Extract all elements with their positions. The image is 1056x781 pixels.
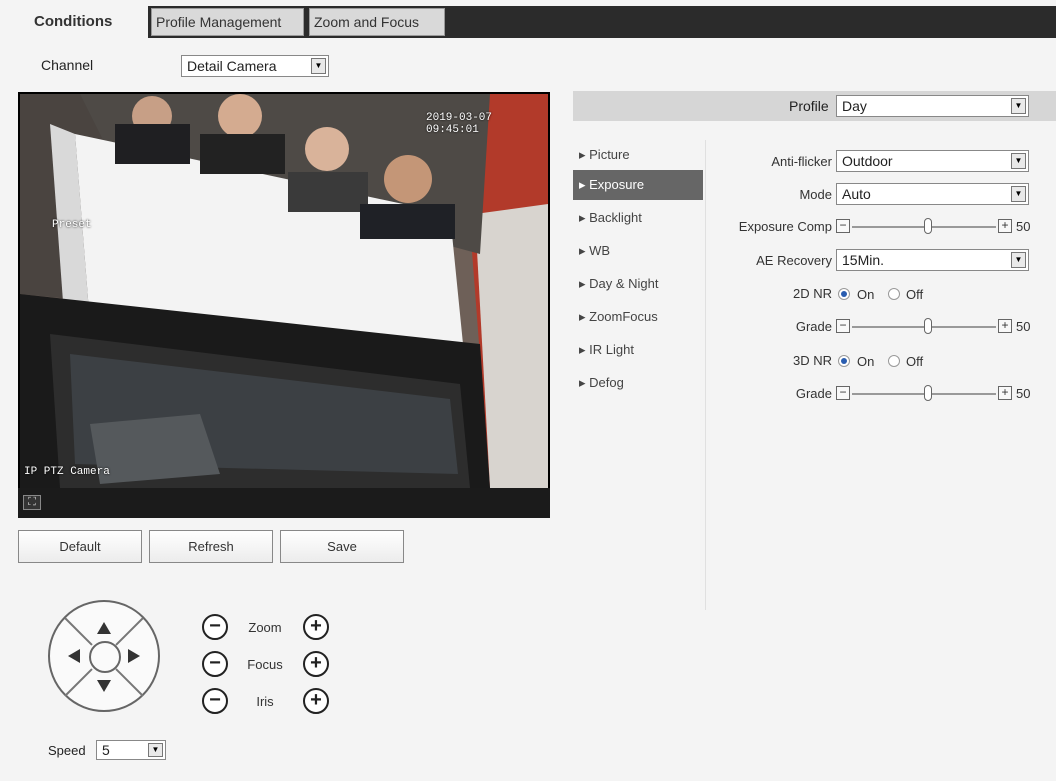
exposure-comp-slider[interactable]: − + 50 <box>836 218 1056 235</box>
menu-item-picture[interactable]: ▸ Picture <box>573 140 703 170</box>
fullscreen-icon[interactable]: ⛶ <box>23 495 41 510</box>
slider-thumb[interactable] <box>924 385 932 401</box>
menu-item-defog[interactable]: ▸ Defog <box>573 368 703 398</box>
nr3d-on-radio[interactable] <box>838 355 850 367</box>
mode-value: Auto <box>842 186 871 202</box>
chevron-down-icon: ▼ <box>148 743 163 757</box>
iris-label: Iris <box>256 694 274 709</box>
exposure-comp-value: 50 <box>1016 219 1031 234</box>
menu-item-zoomfocus[interactable]: ▸ ZoomFocus <box>573 302 703 332</box>
grade2-slider[interactable]: − + 50 <box>836 385 1056 402</box>
channel-label: Channel <box>41 57 94 73</box>
nr2d-label: 2D NR <box>792 286 832 301</box>
video-preview[interactable]: 2019-03-07 09:45:01 Preset IP PTZ Camera… <box>18 92 550 518</box>
focus-out-button[interactable]: − <box>202 651 228 677</box>
chevron-down-icon: ▼ <box>1011 153 1026 169</box>
grade2-label: Grade <box>795 386 832 401</box>
zoom-out-button[interactable]: − <box>202 614 228 640</box>
iris-close-button[interactable]: − <box>202 688 228 714</box>
grade1-slider[interactable]: − + 50 <box>836 318 1056 335</box>
grade1-label: Grade <box>795 319 832 334</box>
camera-feed-image <box>20 94 548 488</box>
osd-timestamp: 2019-03-07 09:45:01 <box>426 112 493 136</box>
ae-recovery-select[interactable]: 15Min. ▼ <box>836 249 1029 271</box>
channel-select[interactable]: Detail Camera ▼ <box>181 55 329 77</box>
menu-item-ir-light[interactable]: ▸ IR Light <box>573 335 703 365</box>
tab-bar: Conditions Profile Management Zoom and F… <box>18 6 1056 38</box>
iris-open-button[interactable]: + <box>303 688 329 714</box>
slider-increase-button[interactable]: + <box>998 319 1012 333</box>
focus-in-button[interactable]: + <box>303 651 329 677</box>
speed-label: Speed <box>48 743 86 758</box>
slider-increase-button[interactable]: + <box>998 219 1012 233</box>
slider-thumb[interactable] <box>924 218 932 234</box>
profile-select-value: Day <box>842 98 867 114</box>
slider-increase-button[interactable]: + <box>998 386 1012 400</box>
menu-item-wb[interactable]: ▸ WB <box>573 236 703 266</box>
nr2d-off-radio[interactable] <box>888 288 900 300</box>
nr3d-on-label: On <box>857 354 875 369</box>
nr3d-off-label: Off <box>906 354 924 369</box>
focus-label: Focus <box>247 657 283 672</box>
tab-zoom-and-focus[interactable]: Zoom and Focus <box>309 8 445 36</box>
slider-decrease-button[interactable]: − <box>836 219 850 233</box>
zoom-in-button[interactable]: + <box>303 614 329 640</box>
nr2d-off-label: Off <box>906 287 924 302</box>
video-toolbar: ⛶ <box>18 488 550 518</box>
grade1-value: 50 <box>1016 319 1031 334</box>
tab-conditions[interactable]: Conditions <box>18 6 148 38</box>
refresh-button[interactable]: Refresh <box>149 530 273 563</box>
down-arrow-icon <box>97 680 111 692</box>
mode-select[interactable]: Auto ▼ <box>836 183 1029 205</box>
exposure-comp-label: Exposure Comp <box>738 219 832 234</box>
ae-recovery-label: AE Recovery <box>756 253 832 268</box>
menu-item-exposure[interactable]: ▸ Exposure <box>573 170 703 200</box>
chevron-down-icon: ▼ <box>311 58 326 74</box>
default-button[interactable]: Default <box>18 530 142 563</box>
speed-select[interactable]: 5 ▼ <box>96 740 166 760</box>
zoom-label: Zoom <box>248 620 282 635</box>
channel-select-value: Detail Camera <box>187 58 277 74</box>
chevron-down-icon: ▼ <box>1011 98 1026 114</box>
profile-select[interactable]: Day ▼ <box>836 95 1029 117</box>
grade2-value: 50 <box>1016 386 1031 401</box>
up-arrow-icon <box>97 622 111 634</box>
ptz-arrows <box>68 622 140 692</box>
slider-thumb[interactable] <box>924 318 932 334</box>
osd-preset: Preset <box>52 219 92 231</box>
save-button[interactable]: Save <box>280 530 404 563</box>
nr3d-off-radio[interactable] <box>888 355 900 367</box>
mode-label: Mode <box>799 187 832 202</box>
nr2d-on-label: On <box>857 287 875 302</box>
chevron-down-icon: ▼ <box>1011 252 1026 268</box>
menu-item-day-night[interactable]: ▸ Day & Night <box>573 269 703 299</box>
nr2d-on-radio[interactable] <box>838 288 850 300</box>
anti-flicker-value: Outdoor <box>842 153 893 169</box>
osd-camera-name: IP PTZ Camera <box>24 466 110 478</box>
menu-divider <box>705 140 706 610</box>
slider-decrease-button[interactable]: − <box>836 319 850 333</box>
ae-recovery-value: 15Min. <box>842 252 885 268</box>
nr3d-label: 3D NR <box>792 353 832 368</box>
chevron-down-icon: ▼ <box>1011 186 1026 202</box>
menu-item-backlight[interactable]: ▸ Backlight <box>573 203 703 233</box>
profile-label: Profile <box>789 98 829 114</box>
tab-profile-management[interactable]: Profile Management <box>151 8 304 36</box>
ptz-direction-pad[interactable] <box>48 600 160 712</box>
speed-select-value: 5 <box>102 742 110 758</box>
slider-decrease-button[interactable]: − <box>836 386 850 400</box>
left-arrow-icon <box>68 649 80 663</box>
anti-flicker-select[interactable]: Outdoor ▼ <box>836 150 1029 172</box>
anti-flicker-label: Anti-flicker <box>771 154 832 169</box>
right-arrow-icon <box>128 649 140 663</box>
